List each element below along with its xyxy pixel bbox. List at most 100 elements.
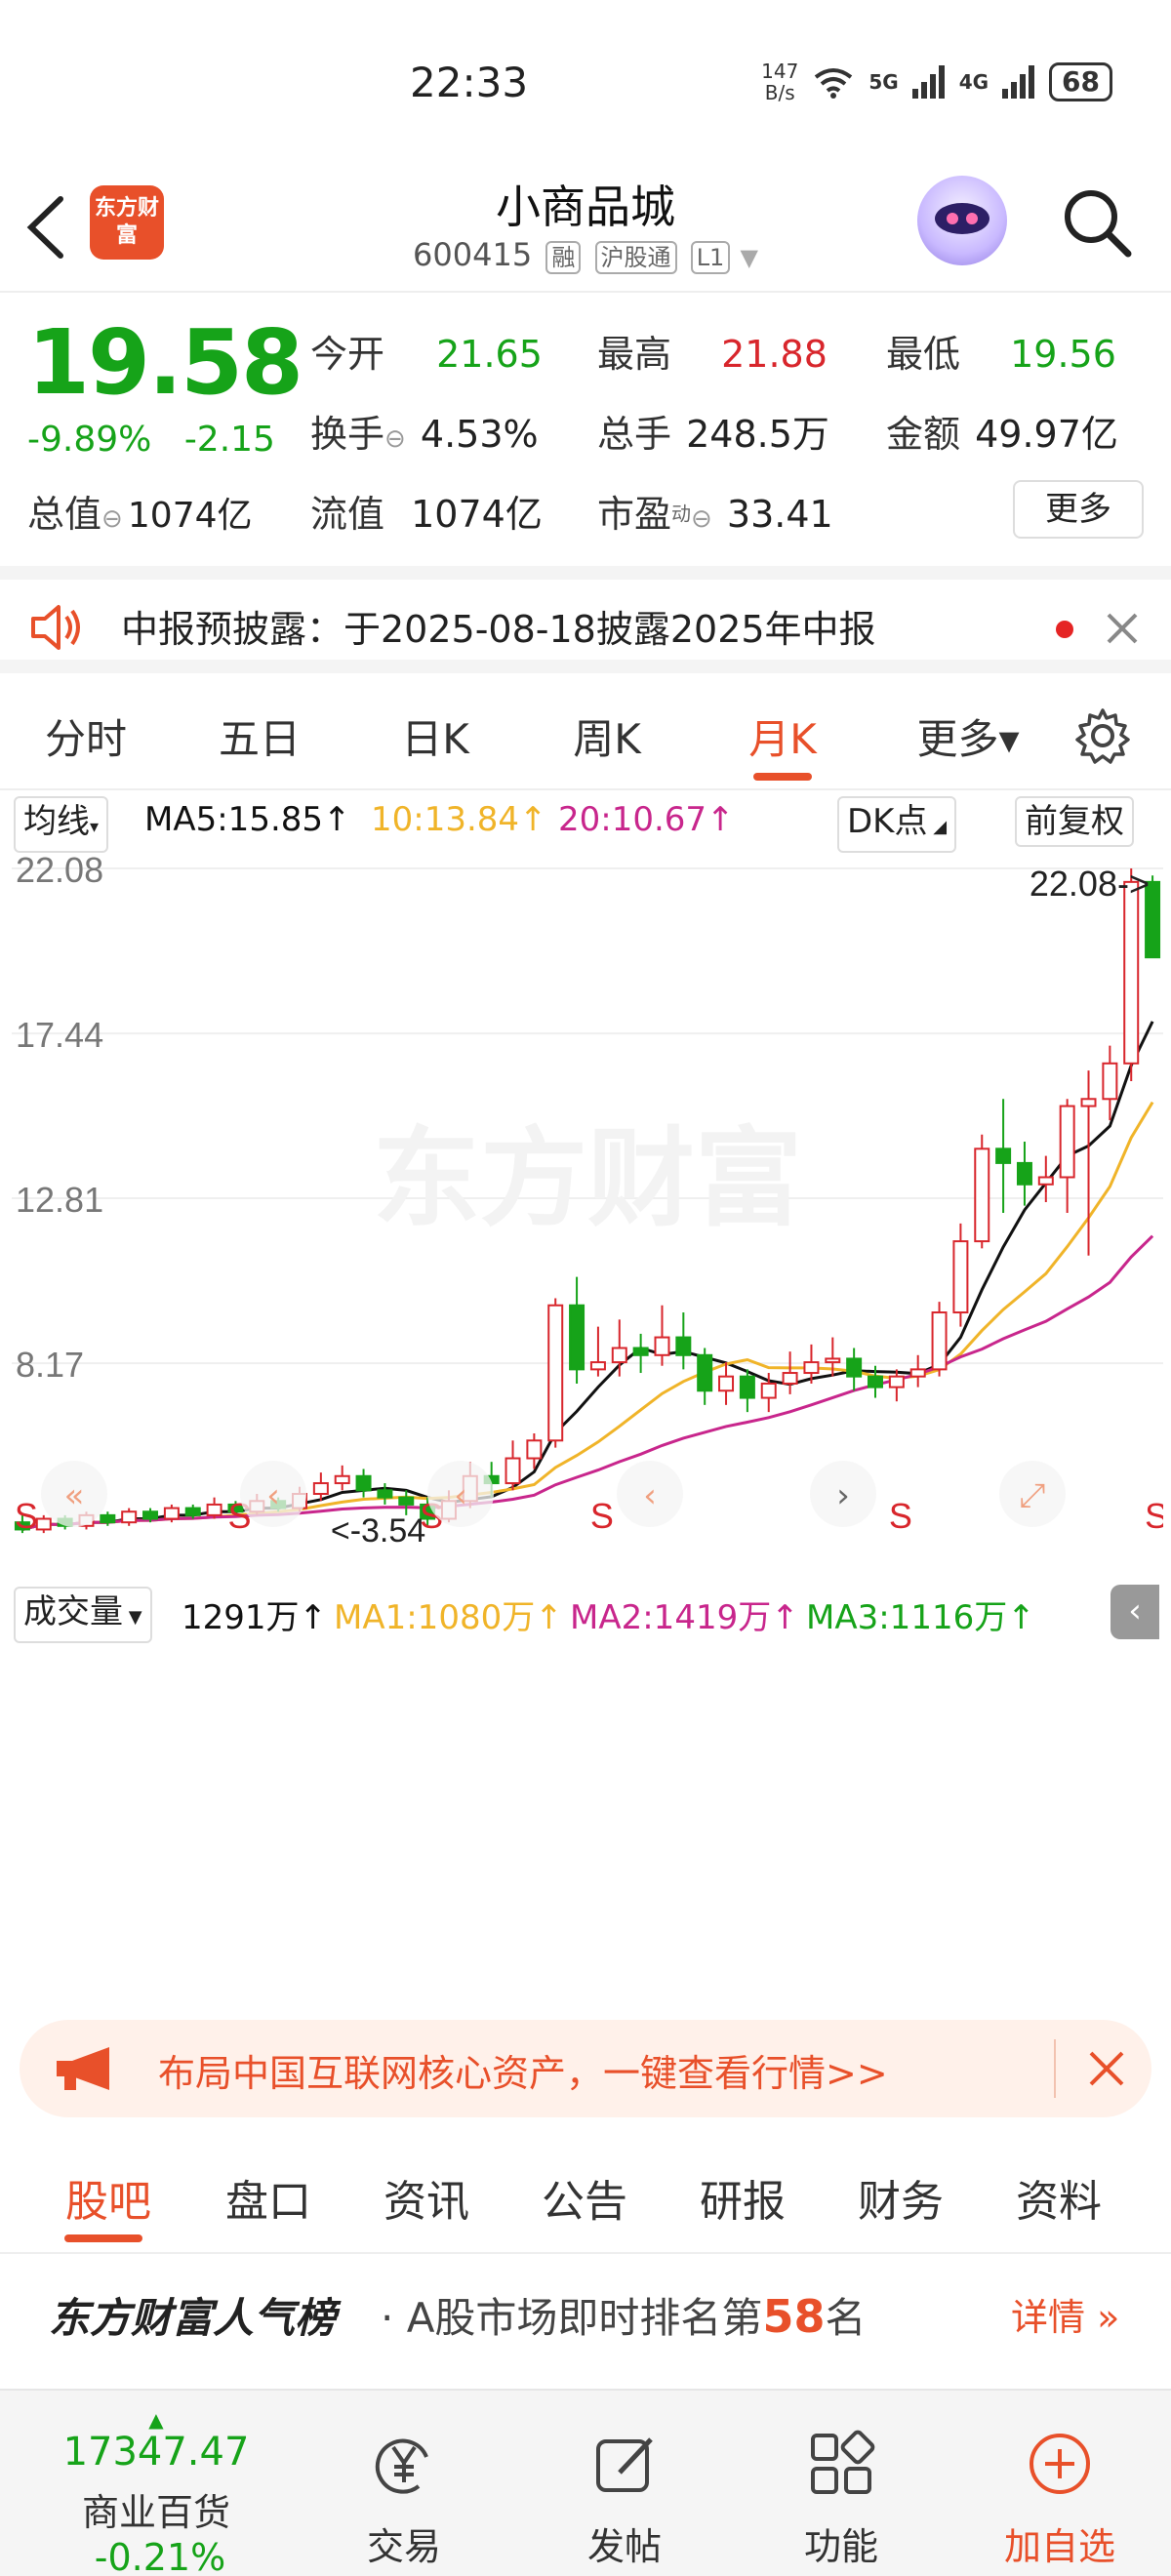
settings-gear-icon[interactable]	[1073, 706, 1132, 765]
active-tab-indicator	[753, 773, 812, 781]
notice-bar[interactable]: 中报预披露：于2025-08-18披露2025年中报	[0, 566, 1171, 673]
nav-functions[interactable]: 功能	[763, 2430, 919, 2570]
candle-body	[952, 1240, 969, 1314]
candle-body	[163, 1507, 180, 1520]
candle-body	[142, 1510, 159, 1520]
content-tabs: 股吧 盘口 资讯 公告 研报 财务 资料	[0, 2137, 1171, 2254]
amount-stat: 金额 49.97亿	[886, 413, 1118, 456]
signal-5g: 5G	[868, 70, 899, 94]
chart-nav-glyph: «	[64, 1476, 85, 1515]
volume-current: 1291万↑	[182, 1598, 328, 1637]
search-icon[interactable]	[1060, 185, 1134, 260]
volume-ma3: MA3:1116万↑	[806, 1598, 1035, 1637]
tab-five-day[interactable]: 五日	[191, 706, 328, 766]
tab-weekly-k[interactable]: 周K	[539, 706, 675, 766]
tab-monthly-k[interactable]: 月K	[714, 706, 851, 766]
candle-body	[569, 1304, 586, 1371]
kline-svg: 22.08 17.44 12.81 8.17 东方财富 22.08-> <-3.54 S S S S…	[12, 855, 1163, 1550]
sector-index[interactable]: ▲ 17347.47 商业百货 -0.21%	[10, 2410, 303, 2576]
pe-stat: 市盈动⊖ 33.41	[597, 493, 833, 536]
promo-close-icon[interactable]	[1087, 2049, 1126, 2088]
volume-ma2: MA2:1419万↑	[570, 1598, 799, 1637]
collapse-panel-icon[interactable]: ‹	[1110, 1585, 1159, 1639]
y-tick-label: 17.44	[16, 1015, 103, 1055]
dk-point-selector[interactable]: DK点 ◢	[837, 796, 957, 853]
max-price-label: 22.08->	[1030, 864, 1150, 904]
candle-body	[974, 1147, 990, 1243]
tab-finance[interactable]: 财务	[837, 2166, 964, 2229]
signal-bars-icon-2	[1002, 65, 1035, 99]
candle-body	[1059, 1105, 1075, 1179]
candle-body	[184, 1507, 201, 1516]
y-tick-label: 8.17	[16, 1345, 84, 1385]
candle-body	[35, 1517, 52, 1531]
nav-trade[interactable]: 交易	[326, 2430, 482, 2570]
current-price: 19.58	[27, 310, 303, 415]
adjust-selector[interactable]: 前复权	[1015, 796, 1134, 847]
volume-ma1: MA1:1080万↑	[334, 1598, 563, 1637]
stock-header: 东方财富 小商品城 600415 融 沪股通 L1 ▼	[0, 166, 1171, 293]
candle-body	[398, 1496, 415, 1506]
tab-intraday[interactable]: 分时	[18, 706, 154, 766]
tab-guba[interactable]: 股吧	[45, 2166, 172, 2229]
tab-research[interactable]: 研报	[679, 2166, 806, 2229]
status-icons: 147 B/s 5G 4G 68	[761, 60, 1112, 103]
volume-stat: 总手 248.5万	[597, 413, 829, 456]
promo-divider	[1054, 2039, 1056, 2098]
tab-more[interactable]: 更多▾	[890, 706, 1046, 766]
tab-daily-k[interactable]: 日K	[367, 706, 504, 766]
tab-news[interactable]: 资讯	[363, 2166, 490, 2229]
candle-body	[697, 1353, 713, 1392]
candle-body	[718, 1375, 735, 1392]
promo-banner[interactable]: 布局中国互联网核心资产，一键查看行情>>	[20, 2020, 1151, 2117]
sell-signal-mark: S	[1145, 1496, 1163, 1536]
candle-body	[1123, 880, 1140, 1065]
dropdown-icon[interactable]: ▼	[741, 244, 758, 271]
unread-dot	[1056, 621, 1073, 638]
candle-body	[846, 1357, 863, 1378]
tab-announcements[interactable]: 公告	[521, 2166, 648, 2229]
bottom-nav: ▲ 17347.47 商业百货 -0.21% 交易 发帖 功能 加自选	[0, 2389, 1171, 2576]
rank-detail-link[interactable]: 详情 »	[1011, 2287, 1119, 2341]
net-speed: 147 B/s	[761, 60, 799, 104]
rank-brand: 东方财富人气榜	[49, 2294, 337, 2342]
tag-connect: 沪股通	[594, 241, 677, 274]
y-tick-label: 12.81	[16, 1180, 103, 1220]
low-stat: 最低 19.56	[886, 333, 1116, 376]
indicator-selector[interactable]: 均线▾	[14, 796, 109, 853]
candle-body	[505, 1457, 521, 1485]
nav-post[interactable]: 发帖	[546, 2430, 703, 2570]
candle-body	[1080, 1098, 1097, 1107]
nav-add-watchlist[interactable]: 加自选	[982, 2430, 1138, 2570]
candle-body	[995, 1147, 1012, 1164]
more-button[interactable]: 更多	[1013, 480, 1144, 539]
chart-nav-glyph: ‹	[643, 1476, 657, 1515]
kline-chart[interactable]: 22.08 17.44 12.81 8.17 东方财富 22.08-> <-3.54 S S S S…	[12, 855, 1163, 1587]
candle-body	[377, 1489, 393, 1499]
candle-body	[675, 1336, 692, 1356]
ma-row: 均线▾ MA5:15.85↑ 10:13.84↑ 20:10.67↑ DK点 ◢…	[0, 792, 1171, 853]
sell-signal-mark: S	[15, 1496, 38, 1536]
tab-profile[interactable]: 资料	[995, 2166, 1122, 2229]
ma20-value: 20:10.67↑	[558, 800, 735, 839]
sell-signal-mark: S	[590, 1496, 614, 1536]
turnover-stat: 换手⊖ 4.53%	[310, 413, 539, 456]
chart-nav-glyph: ‹	[454, 1476, 467, 1515]
close-icon[interactable]	[1103, 609, 1142, 648]
volume-indicator-selector[interactable]: 成交量 ▼	[14, 1587, 152, 1643]
watermark-text: 东方财富	[373, 1116, 802, 1241]
candle-body	[206, 1503, 222, 1516]
battery-icon: 68	[1049, 62, 1112, 101]
assistant-avatar-icon[interactable]	[917, 176, 1007, 265]
candle-body	[825, 1357, 841, 1364]
tag-margin: 融	[545, 241, 582, 274]
edit-icon	[596, 2437, 653, 2492]
candle-body	[888, 1375, 905, 1389]
tab-pankou[interactable]: 盘口	[205, 2166, 332, 2229]
add-circle-icon	[1030, 2434, 1090, 2494]
candle-body	[632, 1347, 649, 1356]
chart-nav-glyph: ⤢	[1019, 1476, 1045, 1515]
popularity-rank[interactable]: 东方财富人气榜 · A股市场即时排名第58名 详情 »	[0, 2256, 1171, 2383]
chart-nav-glyph: ›	[836, 1476, 850, 1515]
candle-body	[654, 1336, 670, 1356]
